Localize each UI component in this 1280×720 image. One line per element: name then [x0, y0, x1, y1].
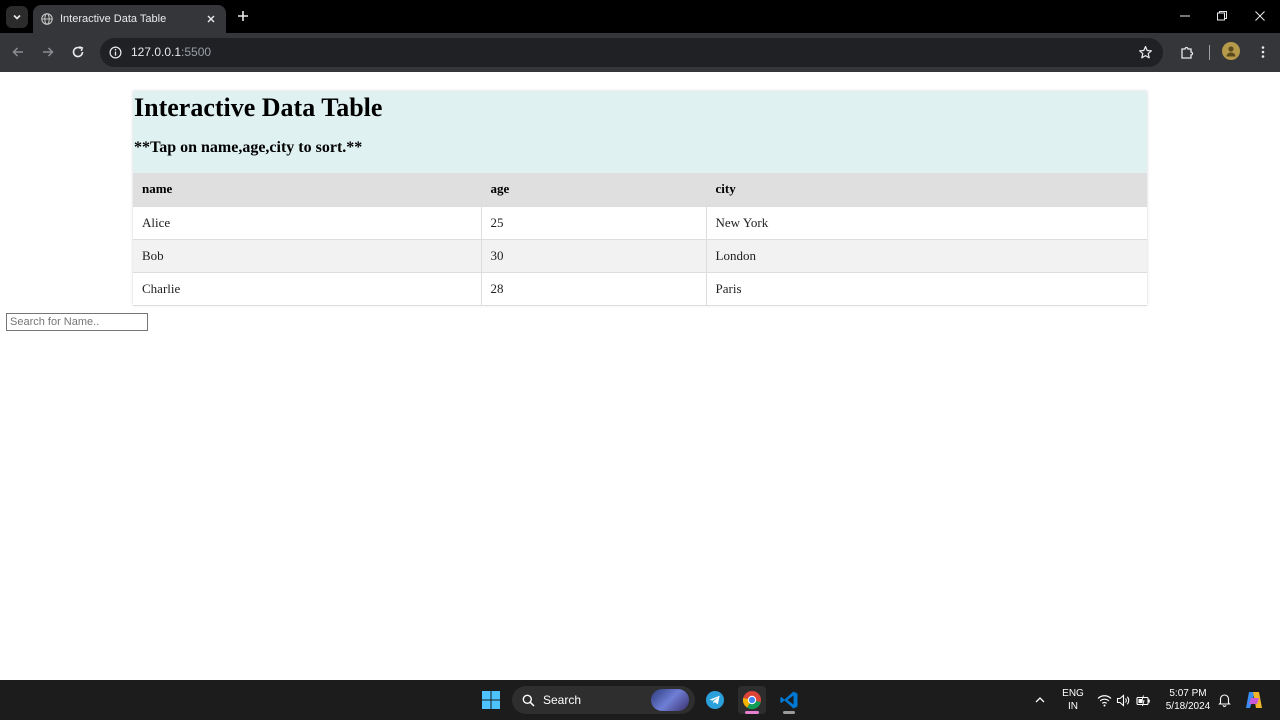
browser-toolbar: 127.0.0.1:5500: [0, 33, 1280, 72]
clock-time: 5:07 PM: [1169, 688, 1207, 699]
search-icon: [522, 694, 535, 707]
clock-date: 5/18/2024: [1165, 701, 1211, 712]
name-search-input[interactable]: [6, 313, 148, 331]
clock[interactable]: 5:07 PM 5/18/2024: [1160, 687, 1216, 713]
windows-logo-icon: [482, 691, 500, 709]
notification-bell-icon[interactable]: [1216, 692, 1232, 708]
tab-title: Interactive Data Table: [60, 13, 167, 25]
table-row: Charlie 28 Paris: [133, 272, 1147, 306]
close-tab-icon[interactable]: [204, 12, 218, 26]
address-bar[interactable]: 127.0.0.1:5500: [100, 38, 1163, 67]
more-menu-icon[interactable]: [1254, 43, 1272, 61]
site-info-icon[interactable]: [108, 45, 122, 59]
sort-hint: **Tap on name,age,city to sort.**: [134, 139, 363, 156]
cell-city: Paris: [706, 272, 1147, 306]
table-card: Interactive Data Table **Tap on name,age…: [133, 91, 1147, 306]
table-row: Bob 30 London: [133, 239, 1147, 273]
page-viewport: Interactive Data Table **Tap on name,age…: [0, 72, 1280, 680]
extensions-puzzle-icon[interactable]: [1178, 43, 1196, 61]
profile-icon: [1226, 46, 1236, 57]
cell-name: Charlie: [133, 272, 482, 306]
column-header-age[interactable]: age: [481, 173, 707, 207]
vscode-app-button[interactable]: [775, 686, 803, 714]
cell-city: London: [706, 239, 1147, 273]
active-app-indicator: [745, 711, 759, 714]
url-port: :5500: [181, 45, 212, 59]
new-tab-button[interactable]: [234, 7, 252, 25]
copilot-icon: [1246, 692, 1262, 708]
close-window-icon[interactable]: [1252, 8, 1268, 24]
start-button[interactable]: [477, 686, 505, 714]
table-row: Alice 25 New York: [133, 206, 1147, 240]
plus-icon: [238, 11, 248, 21]
cell-age: 28: [481, 272, 707, 306]
vscode-icon: [780, 691, 798, 709]
page-title: Interactive Data Table: [134, 93, 383, 122]
region-code: IN: [1068, 701, 1078, 712]
cell-age: 25: [481, 206, 707, 240]
reload-icon[interactable]: [69, 43, 87, 61]
url-text[interactable]: 127.0.0.1:5500: [131, 45, 211, 59]
chrome-icon: [742, 691, 761, 710]
toolbar-divider: [1209, 45, 1210, 60]
profile-avatar[interactable]: [1222, 42, 1240, 60]
minimize-window-icon[interactable]: [1177, 8, 1193, 24]
forward-arrow-icon[interactable]: [39, 43, 57, 61]
url-host: 127.0.0.1: [131, 45, 182, 59]
column-header-name[interactable]: name: [133, 173, 482, 207]
chrome-app-button[interactable]: [738, 686, 766, 714]
copilot-button[interactable]: [1240, 686, 1268, 714]
browser-tab[interactable]: Interactive Data Table: [33, 5, 226, 33]
chevron-down-icon: [13, 14, 21, 20]
browser-tab-bar: Interactive Data Table: [0, 0, 1280, 33]
back-arrow-icon[interactable]: [9, 43, 27, 61]
tab-search-button[interactable]: [6, 6, 28, 28]
cell-age: 30: [481, 239, 707, 273]
wifi-icon[interactable]: [1096, 692, 1112, 708]
taskbar-search[interactable]: Search: [512, 686, 695, 714]
chevron-up-icon[interactable]: [1032, 692, 1048, 708]
language-code: ENG: [1062, 688, 1084, 699]
battery-icon[interactable]: [1135, 692, 1151, 708]
volume-icon[interactable]: [1115, 692, 1131, 708]
cell-name: Bob: [133, 239, 482, 273]
data-table: name age city Alice 25 New York Bob 30 L…: [133, 173, 1147, 306]
restore-window-icon[interactable]: [1214, 8, 1230, 24]
table-header-row: name age city: [133, 173, 1147, 207]
cell-city: New York: [706, 206, 1147, 240]
bookmark-star-icon[interactable]: [1137, 44, 1153, 60]
taskbar-search-label: Search: [543, 693, 582, 707]
language-indicator[interactable]: ENG IN: [1060, 687, 1086, 713]
search-highlight-image: [651, 689, 689, 711]
globe-icon: [41, 13, 53, 25]
column-header-city[interactable]: city: [706, 173, 1147, 207]
telegram-app-button[interactable]: [701, 686, 729, 714]
windows-taskbar: Search ENG IN 5:07 PM 5/18/2024: [0, 680, 1280, 720]
cell-name: Alice: [133, 206, 482, 240]
running-app-indicator: [783, 711, 795, 714]
telegram-icon: [706, 691, 724, 709]
